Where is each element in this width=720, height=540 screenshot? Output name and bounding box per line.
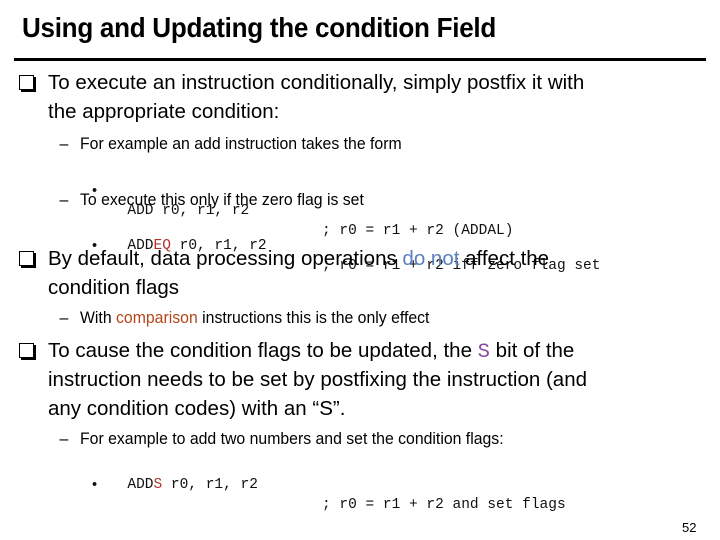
emphasis-do-not: do not [402,247,460,270]
slide-title: Using and Updating the condition Field [22,12,497,43]
bullet-2-sub-1: – With comparison instructions this is t… [59,308,430,327]
bullet-1-line-2: the appropriate condition: [48,100,280,123]
checkbox-bullet-icon [19,343,34,358]
bullet-1-sub-1: – For example an add instruction takes t… [59,134,402,153]
bullet-1-line-1: To execute an instruction conditionally,… [19,68,584,97]
dash-icon: – [59,308,69,327]
dash-icon: – [59,190,69,209]
dash-icon: – [59,429,69,448]
s-bit-code: S [477,341,490,364]
condition-suffix-s: S [153,477,163,493]
bullet-3-line-2: instruction needs to be set by postfixin… [48,368,588,391]
bullet-2-line-1: By default, data processing operations d… [19,244,549,273]
bullet-3-line-1: To cause the condition flags to be updat… [19,336,574,367]
title-divider [14,58,706,61]
dot-icon: • [92,477,98,493]
bullet-2-line-2: condition flags [48,276,180,299]
bullet-1-sub-2: – To execute this only if the zero flag … [59,190,364,209]
emphasis-comparison: comparison [116,308,198,327]
code-line-adds: • ADDS r0, r1, r2 ; r0 = r1 + r2 and set … [92,477,566,513]
checkbox-bullet-icon [19,75,34,90]
bullet-3-sub-1: – For example to add two numbers and set… [59,429,504,448]
code-comment: ; r0 = r1 + r2 and set flags [322,497,566,513]
dash-icon: – [59,134,69,153]
checkbox-bullet-icon [19,251,34,266]
bullet-3-line-3: any condition codes) with an “S”. [48,397,346,420]
code-comment: ; r0 = r1 + r2 (ADDAL) [322,223,514,239]
page-number: 52 [682,520,697,535]
